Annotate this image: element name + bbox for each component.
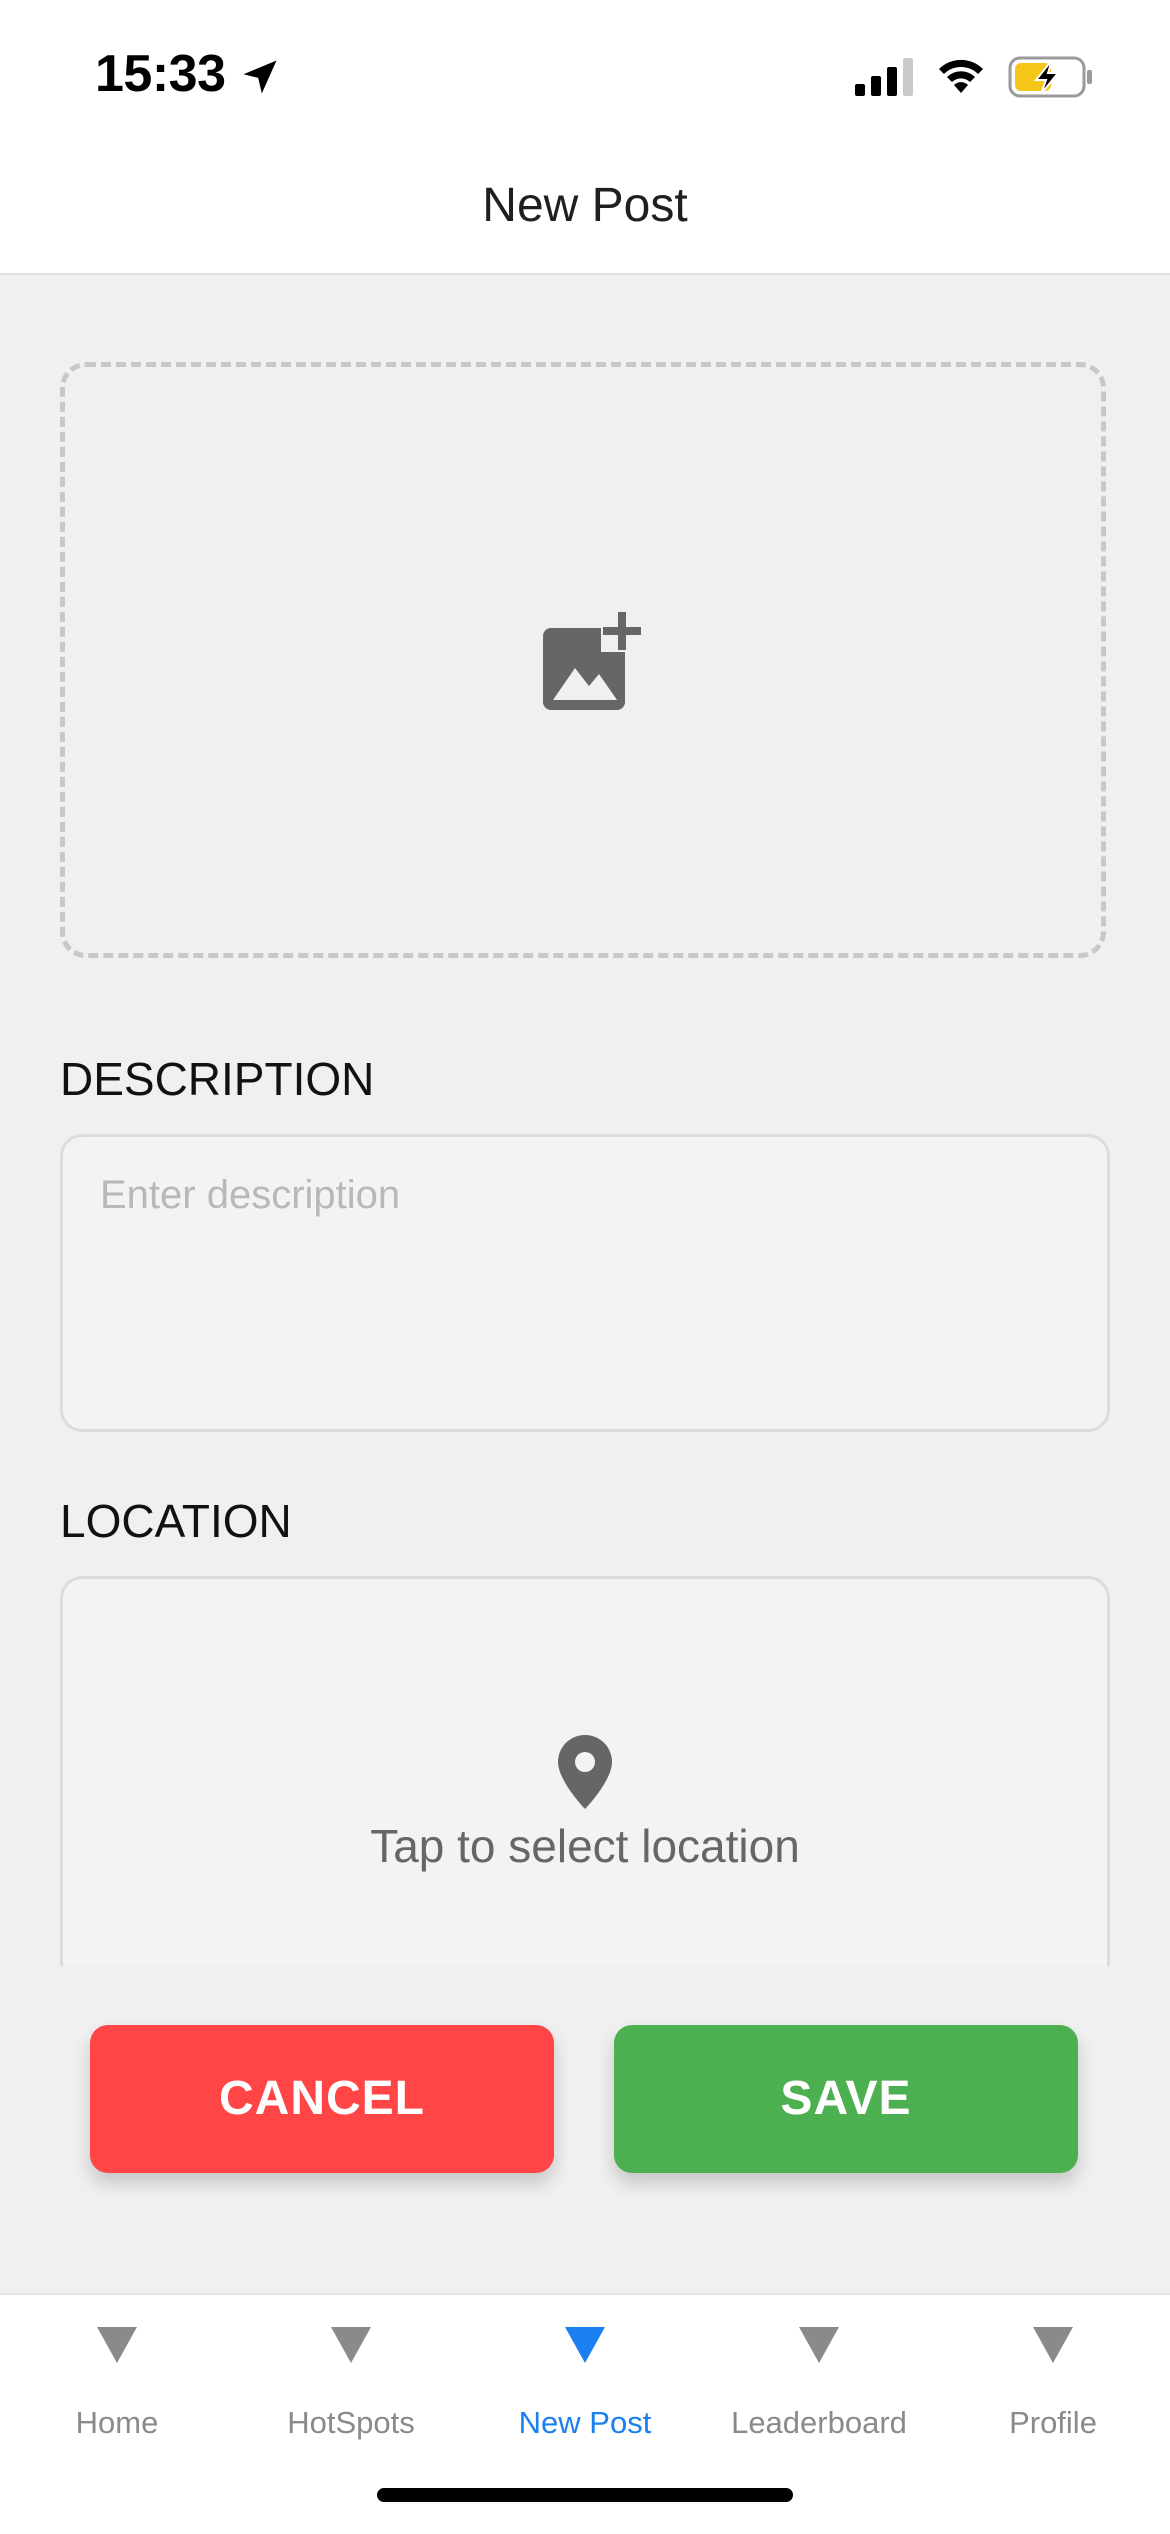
tab-leaderboard[interactable]: Leaderboard: [702, 2295, 936, 2445]
nav-header: New Post: [0, 150, 1170, 275]
save-button[interactable]: SAVE: [614, 2025, 1078, 2173]
triangle-down-icon: [331, 2327, 371, 2363]
cellular-signal-icon: [855, 58, 913, 96]
tab-label: Leaderboard: [731, 2405, 907, 2440]
location-prompt: Tap to select location: [370, 1820, 800, 1872]
triangle-down-icon: [97, 2327, 137, 2363]
tab-label: New Post: [518, 2405, 652, 2440]
add-photo-icon: [543, 610, 643, 710]
battery-charging-icon: [1008, 56, 1092, 98]
status-time: 15:33: [95, 45, 226, 103]
map-pin-icon: [558, 1735, 612, 1809]
description-label: DESCRIPTION: [60, 1053, 375, 1105]
description-placeholder: Enter description: [100, 1173, 401, 1217]
wifi-icon: [939, 59, 983, 93]
tab-home[interactable]: Home: [0, 2295, 234, 2445]
image-picker[interactable]: [60, 362, 1106, 958]
page-title: New Post: [482, 179, 688, 232]
triangle-down-icon: [799, 2327, 839, 2363]
tab-new-post[interactable]: New Post: [468, 2295, 702, 2445]
description-input[interactable]: Enter description: [60, 1134, 1110, 1432]
status-bar: 15:33: [0, 0, 1170, 150]
tab-hotspots[interactable]: HotSpots: [234, 2295, 468, 2445]
tab-label: HotSpots: [287, 2405, 415, 2440]
location-picker[interactable]: Tap to select location: [60, 1576, 1110, 1966]
tab-label: Profile: [1009, 2405, 1097, 2440]
tab-profile[interactable]: Profile: [936, 2295, 1170, 2445]
location-label: LOCATION: [60, 1495, 292, 1547]
cancel-button[interactable]: CANCEL: [90, 2025, 554, 2173]
home-indicator: [377, 2488, 793, 2502]
tab-label: Home: [75, 2405, 159, 2440]
triangle-down-icon: [565, 2327, 605, 2363]
triangle-down-icon: [1033, 2327, 1073, 2363]
location-arrow-icon: [243, 60, 277, 94]
